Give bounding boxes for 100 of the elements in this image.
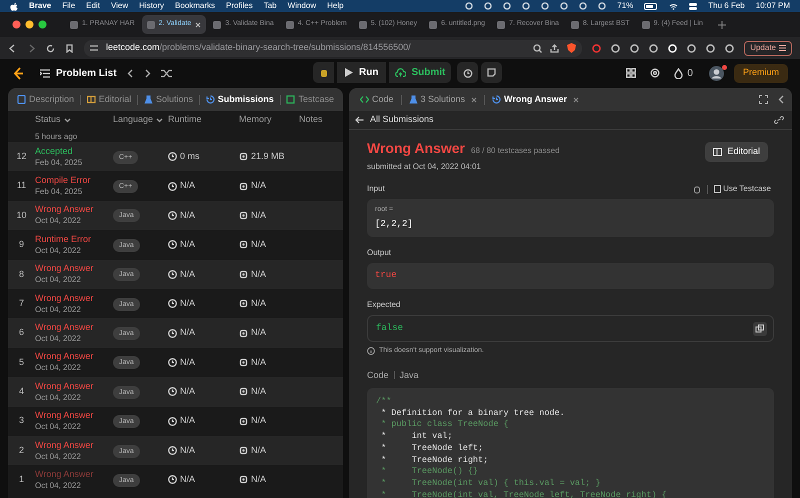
submission-status[interactable]: Wrong Answer bbox=[35, 262, 94, 274]
ring-icon[interactable] bbox=[668, 44, 678, 52]
menu-icon bbox=[779, 45, 786, 51]
list-icon[interactable] bbox=[40, 68, 50, 78]
logo-icon[interactable] bbox=[12, 66, 24, 80]
panel-tab[interactable]: Submissions bbox=[202, 92, 277, 106]
copy-icon[interactable] bbox=[753, 322, 767, 336]
runtime-value: N/A bbox=[180, 385, 196, 398]
run-button[interactable]: Run bbox=[337, 62, 386, 83]
problem-list-link[interactable]: Problem List bbox=[56, 66, 117, 80]
section-label: Expected bbox=[367, 299, 402, 311]
submission-status[interactable]: Accepted bbox=[35, 144, 82, 157]
address-field[interactable]: leetcode.com/problems/validate-binary-search-tree/submissions/814556500/ bbox=[84, 40, 582, 56]
chevron-left-icon[interactable] bbox=[778, 95, 784, 104]
reload-icon[interactable] bbox=[46, 44, 55, 52]
avatar-icon[interactable] bbox=[708, 66, 724, 80]
submission-status[interactable]: Wrong Answer bbox=[35, 380, 94, 392]
shield-icon bbox=[567, 43, 576, 53]
bookmark-icon[interactable] bbox=[65, 44, 74, 52]
row-number: 4 bbox=[18, 385, 25, 398]
history-icon bbox=[492, 95, 502, 104]
output-box: true bbox=[367, 263, 774, 289]
memory-value: N/A bbox=[251, 356, 266, 369]
favicon-icon bbox=[70, 20, 78, 28]
date-text: Thu 6 Feb bbox=[708, 0, 745, 12]
close-icon bbox=[471, 96, 478, 102]
submission-status[interactable]: Wrong Answer bbox=[35, 409, 94, 422]
submit-button[interactable]: Submit bbox=[389, 62, 452, 83]
memory-value: 21.9 MB bbox=[251, 150, 285, 163]
panel-tab[interactable]: Testcase bbox=[283, 92, 337, 106]
memory-value: N/A bbox=[251, 268, 266, 280]
shuffle-icon[interactable] bbox=[160, 68, 172, 78]
clock-icon bbox=[168, 387, 177, 396]
menu-item[interactable]: Help bbox=[327, 0, 344, 12]
panel-tab[interactable]: Editorial bbox=[84, 92, 134, 106]
chip-icon bbox=[239, 328, 248, 338]
premium-button[interactable]: Premium bbox=[734, 64, 788, 82]
clock-icon bbox=[168, 416, 177, 426]
memory-value: N/A bbox=[251, 473, 266, 486]
clock-icon bbox=[168, 358, 177, 367]
chevron-right-icon[interactable] bbox=[144, 68, 151, 78]
all-submissions-link[interactable]: All Submissions bbox=[370, 113, 434, 127]
settings-icon[interactable] bbox=[650, 68, 660, 78]
editorial-button[interactable]: Editorial bbox=[705, 142, 768, 162]
back-icon[interactable] bbox=[8, 44, 17, 52]
submission-status[interactable]: Wrong Answer bbox=[35, 292, 94, 304]
chip-icon bbox=[239, 358, 248, 367]
row-number: 10 bbox=[15, 208, 28, 222]
link-icon[interactable] bbox=[774, 116, 784, 124]
submission-status[interactable]: Wrong Answer bbox=[35, 350, 94, 362]
submission-status[interactable]: Wrong Answer bbox=[35, 438, 94, 451]
code-language: Java bbox=[400, 368, 419, 382]
layout-icon[interactable] bbox=[626, 68, 636, 78]
column-header[interactable]: Status bbox=[35, 113, 61, 127]
submission-status[interactable]: Runtime Error bbox=[35, 232, 92, 245]
submission-status[interactable]: Wrong Answer bbox=[35, 321, 94, 334]
favicon-icon bbox=[213, 20, 222, 28]
forward-icon[interactable] bbox=[27, 44, 36, 52]
debug-button[interactable] bbox=[313, 62, 334, 83]
panel-tab[interactable]: 3 Solutions bbox=[406, 92, 480, 106]
menu-item[interactable]: View bbox=[110, 0, 128, 12]
chevron-left-icon[interactable] bbox=[126, 68, 134, 78]
runtime-value: N/A bbox=[180, 326, 196, 340]
use-testcase-button[interactable]: Use Testcase bbox=[714, 183, 771, 195]
plus-icon[interactable] bbox=[718, 20, 726, 28]
submission-date: Oct 04, 2022 bbox=[35, 215, 82, 228]
menu-item[interactable]: Bookmarks bbox=[175, 0, 216, 12]
battery-percent: 71% bbox=[617, 0, 634, 12]
wifi-icon bbox=[669, 2, 678, 10]
code-line: * TreeNode left; bbox=[380, 442, 484, 455]
fullscreen-icon[interactable] bbox=[759, 95, 768, 104]
panel-tab[interactable]: Wrong Answer bbox=[489, 92, 582, 106]
panel-tab[interactable]: Code bbox=[357, 92, 397, 106]
timer-button[interactable] bbox=[457, 62, 478, 83]
row-number: 5 bbox=[18, 356, 25, 369]
result-title: Wrong Answer bbox=[367, 139, 466, 158]
submission-status[interactable]: Wrong Answer bbox=[35, 203, 94, 216]
submission-date: Oct 04, 2022 bbox=[35, 362, 82, 374]
app-menu[interactable]: Brave bbox=[29, 0, 52, 12]
menu-item[interactable]: Tab bbox=[264, 0, 277, 12]
menu-item[interactable]: File bbox=[62, 0, 76, 12]
submission-status[interactable]: Compile Error bbox=[35, 174, 91, 186]
code-line: /** bbox=[376, 396, 392, 408]
row-number: 3 bbox=[18, 414, 25, 428]
favicon-icon bbox=[570, 20, 579, 28]
panel-tab[interactable]: Description bbox=[14, 92, 78, 106]
note-button[interactable] bbox=[481, 62, 502, 83]
row-number: 1 bbox=[18, 473, 25, 486]
update-button[interactable]: Update bbox=[744, 40, 792, 56]
submission-date: Oct 04, 2022 bbox=[35, 480, 82, 492]
column-header[interactable]: Language bbox=[113, 113, 154, 127]
submission-date: Oct 04, 2022 bbox=[35, 333, 82, 346]
arrow-left-icon[interactable] bbox=[355, 116, 364, 124]
menu-item[interactable]: Edit bbox=[86, 0, 100, 12]
submission-date: Oct 04, 2022 bbox=[35, 244, 82, 257]
menu-item[interactable]: History bbox=[139, 0, 164, 12]
menu-item[interactable]: Window bbox=[288, 0, 316, 12]
panel-tab[interactable]: Solutions bbox=[140, 92, 196, 106]
clock-icon bbox=[168, 240, 177, 250]
menu-item[interactable]: Profiles bbox=[226, 0, 253, 12]
